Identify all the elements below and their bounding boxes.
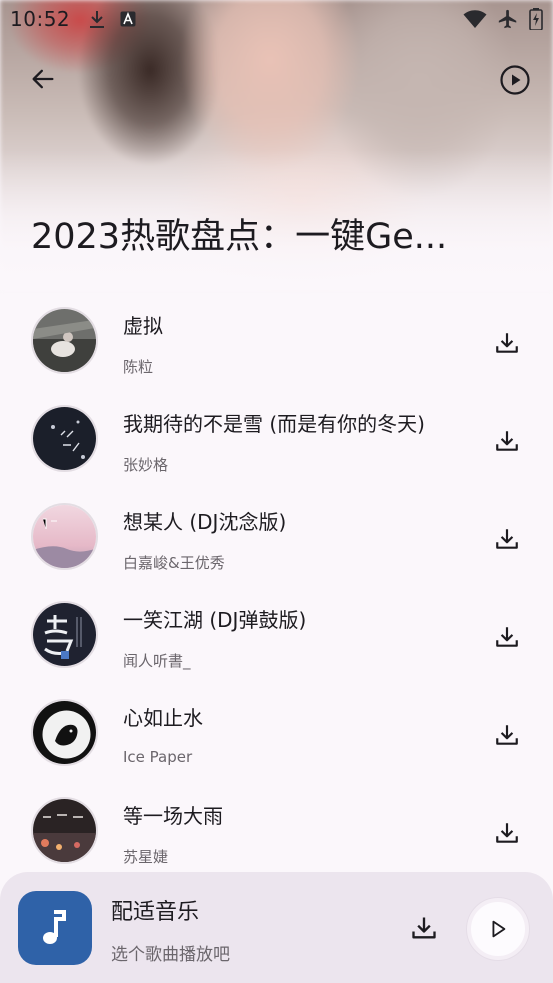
album-cover bbox=[31, 307, 98, 374]
airplane-icon bbox=[497, 8, 519, 30]
text-a-icon bbox=[120, 11, 136, 27]
song-title: 虚拟 bbox=[123, 314, 163, 338]
song-artist: Ice Paper bbox=[123, 748, 193, 766]
download-icon bbox=[410, 914, 438, 942]
play-circle-icon bbox=[499, 64, 531, 96]
download-button[interactable] bbox=[492, 426, 522, 456]
album-cover bbox=[31, 503, 98, 570]
album-cover bbox=[31, 797, 98, 864]
player-play-button[interactable] bbox=[467, 898, 529, 960]
song-artist: 白嘉峻&王优秀 bbox=[123, 554, 225, 572]
song-title: 想某人 (DJ沈念版) bbox=[123, 510, 287, 534]
song-row[interactable]: 等一场大雨 苏星婕 bbox=[0, 782, 553, 880]
album-cover bbox=[31, 699, 98, 766]
download-button[interactable] bbox=[492, 720, 522, 750]
download-icon bbox=[494, 526, 520, 552]
song-row[interactable]: 心如止水 Ice Paper bbox=[0, 684, 553, 782]
battery-charging-icon bbox=[529, 8, 543, 30]
mini-player[interactable]: 配适音乐 选个歌曲播放吧 bbox=[0, 872, 553, 983]
player-subtitle: 选个歌曲播放吧 bbox=[111, 945, 230, 965]
wifi-icon bbox=[463, 9, 487, 29]
download-icon bbox=[494, 722, 520, 748]
album-cover bbox=[31, 601, 98, 668]
song-row[interactable]: 想某人 (DJ沈念版) 白嘉峻&王优秀 bbox=[0, 488, 553, 586]
song-row[interactable]: 我期待的不是雪 (而是有你的冬天) 张妙格 bbox=[0, 390, 553, 488]
download-icon bbox=[494, 624, 520, 650]
arrow-back-icon bbox=[29, 65, 57, 93]
song-row[interactable]: 一笑江湖 (DJ弹鼓版) 闻人听書_ bbox=[0, 586, 553, 684]
status-time: 10:52 bbox=[10, 7, 71, 31]
song-artist: 苏星婕 bbox=[123, 848, 169, 866]
song-row[interactable]: 虚拟 陈粒 bbox=[0, 292, 553, 390]
status-bar: 10:52 bbox=[0, 0, 553, 38]
song-artist: 陈粒 bbox=[123, 358, 154, 376]
player-download-button[interactable] bbox=[408, 912, 440, 944]
download-button[interactable] bbox=[492, 328, 522, 358]
song-artist: 张妙格 bbox=[123, 456, 169, 474]
player-artwork bbox=[18, 891, 92, 965]
song-title: 等一场大雨 bbox=[123, 804, 223, 828]
download-icon bbox=[494, 820, 520, 846]
download-button[interactable] bbox=[492, 818, 522, 848]
play-icon bbox=[487, 918, 509, 940]
back-button[interactable] bbox=[26, 62, 60, 96]
playlist-title: 2023热歌盘点：一键Ge... bbox=[31, 217, 448, 257]
player-title: 配适音乐 bbox=[111, 900, 200, 925]
download-icon bbox=[88, 9, 106, 29]
song-title: 一笑江湖 (DJ弹鼓版) bbox=[123, 608, 307, 632]
album-cover bbox=[31, 405, 98, 472]
song-artist: 闻人听書_ bbox=[123, 652, 191, 670]
download-icon bbox=[494, 330, 520, 356]
song-title: 我期待的不是雪 (而是有你的冬天) bbox=[123, 412, 425, 436]
download-button[interactable] bbox=[492, 622, 522, 652]
download-button[interactable] bbox=[492, 524, 522, 554]
song-list: 虚拟 陈粒 我期待的不是雪 (而是有你的冬天) 张妙格 想某人 (DJ沈念版) … bbox=[0, 292, 553, 880]
music-note-icon bbox=[40, 909, 70, 947]
play-all-button[interactable] bbox=[497, 62, 533, 98]
download-icon bbox=[494, 428, 520, 454]
song-title: 心如止水 bbox=[123, 706, 203, 730]
